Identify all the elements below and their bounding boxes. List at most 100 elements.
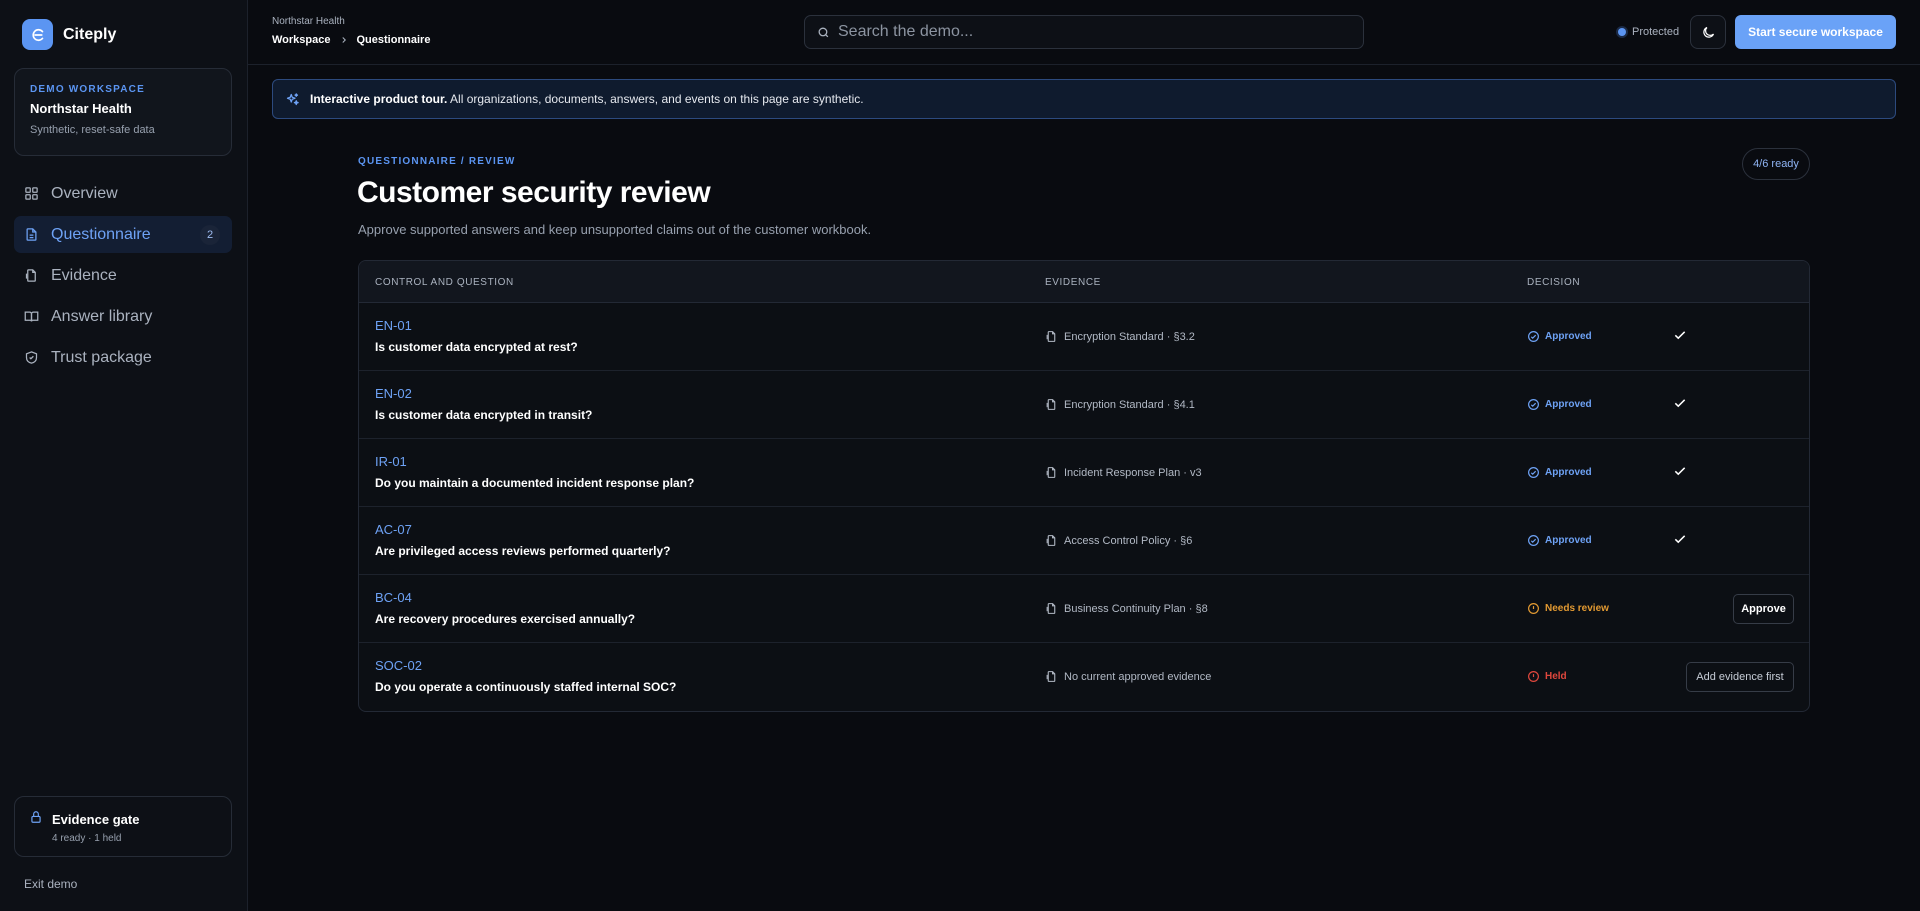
column-header-control: CONTROL AND QUESTION xyxy=(375,277,514,288)
column-header-evidence: EVIDENCE xyxy=(1045,277,1101,288)
table-row[interactable]: EN-01 Is customer data encrypted at rest… xyxy=(359,303,1809,371)
sidebar-item-evidence[interactable]: Evidence xyxy=(14,257,232,294)
search-icon xyxy=(818,27,829,37)
sidebar-item-overview[interactable]: Overview xyxy=(14,175,232,212)
check-circle-icon xyxy=(1528,535,1539,546)
brand[interactable]: Citeply xyxy=(22,19,116,50)
workspace-subtitle: Synthetic, reset-safe data xyxy=(30,124,155,136)
checkmark-icon xyxy=(1674,399,1686,408)
alert-circle-icon xyxy=(1528,671,1539,682)
sidebar: Citeply DEMO WORKSPACE Northstar Health … xyxy=(0,0,248,911)
start-secure-workspace-button[interactable]: Start secure workspace xyxy=(1735,15,1896,49)
sidebar-item-label: Overview xyxy=(51,184,118,202)
evidence-reference[interactable]: Incident Response Plan · v3 xyxy=(1045,466,1202,479)
sidebar-item-trust-package[interactable]: Trust package xyxy=(14,339,232,376)
sidebar-nav: Overview Questionnaire 2 Evidence Answer… xyxy=(14,175,232,380)
status-label: Approved xyxy=(1545,331,1592,342)
status-badge: Approved xyxy=(1527,330,1592,343)
breadcrumb: Workspace Questionnaire xyxy=(272,34,430,46)
app-name: Citeply xyxy=(63,25,117,43)
table-header: CONTROL AND QUESTION EVIDENCE DECISION xyxy=(359,261,1809,303)
evidence-gate-card[interactable]: Evidence gate 4 ready · 1 held xyxy=(14,796,232,857)
evidence-label: Access Control Policy · §6 xyxy=(1064,534,1193,547)
evidence-label: Encryption Standard · §4.1 xyxy=(1064,398,1195,411)
status-badge: Approved xyxy=(1527,534,1592,547)
table-row[interactable]: AC-07 Are privileged access reviews perf… xyxy=(359,507,1809,575)
ready-count-badge: 4/6 ready xyxy=(1742,148,1810,180)
status-label: Held xyxy=(1545,671,1567,682)
sidebar-item-label: Answer library xyxy=(51,307,153,325)
evidence-gate-title: Evidence gate xyxy=(52,812,140,827)
approve-button[interactable]: Approve xyxy=(1733,594,1794,624)
control-code[interactable]: IR-01 xyxy=(375,454,407,469)
organization-name: Northstar Health xyxy=(272,16,345,27)
control-code[interactable]: EN-02 xyxy=(375,386,412,401)
check-circle-icon xyxy=(1528,331,1539,342)
protected-status: Protected xyxy=(1618,26,1679,38)
sidebar-item-label: Evidence xyxy=(51,266,117,284)
evidence-reference[interactable]: Access Control Policy · §6 xyxy=(1045,534,1192,547)
check-circle-icon xyxy=(1528,467,1539,478)
file-icon xyxy=(1046,399,1056,410)
file-icon xyxy=(1046,535,1056,546)
check-circle-icon xyxy=(1528,399,1539,410)
status-dot-icon xyxy=(1618,28,1626,36)
status-label: Approved xyxy=(1545,467,1592,478)
control-question: Do you operate a continuously staffed in… xyxy=(375,680,677,694)
add-evidence-first-button[interactable]: Add evidence first xyxy=(1686,662,1794,692)
control-question: Is customer data encrypted at rest? xyxy=(375,340,578,354)
control-code[interactable]: BC-04 xyxy=(375,590,412,605)
evidence-reference[interactable]: Business Continuity Plan · §8 xyxy=(1045,602,1208,615)
evidence-gate-summary: 4 ready · 1 held xyxy=(52,833,122,844)
control-code[interactable]: SOC-02 xyxy=(375,658,422,673)
book-icon xyxy=(24,311,39,322)
lock-icon xyxy=(31,811,41,823)
column-header-decision: DECISION xyxy=(1527,277,1581,288)
file-icon xyxy=(1046,467,1056,478)
file-icon xyxy=(25,269,36,282)
control-question: Is customer data encrypted in transit? xyxy=(375,408,593,422)
evidence-reference: No current approved evidence xyxy=(1045,670,1211,683)
status-badge: Approved xyxy=(1527,466,1592,479)
banner-text: Interactive product tour. All organizati… xyxy=(310,92,864,106)
moon-icon xyxy=(1702,26,1714,38)
banner-body: All organizations, documents, answers, a… xyxy=(447,92,864,106)
breadcrumb-workspace[interactable]: Workspace xyxy=(272,34,331,46)
evidence-reference[interactable]: Encryption Standard · §3.2 xyxy=(1045,330,1195,343)
sidebar-item-answer-library[interactable]: Answer library xyxy=(14,298,232,335)
file-icon xyxy=(1046,671,1056,682)
document-icon xyxy=(26,228,37,241)
workspace-kicker: DEMO WORKSPACE xyxy=(30,84,145,95)
table-row[interactable]: BC-04 Are recovery procedures exercised … xyxy=(359,575,1809,643)
breadcrumb-questionnaire: Questionnaire xyxy=(356,34,431,46)
control-code[interactable]: EN-01 xyxy=(375,318,412,333)
top-bar: Northstar Health Workspace Questionnaire… xyxy=(248,0,1920,65)
tour-banner: Interactive product tour. All organizati… xyxy=(272,79,1896,119)
control-question: Are privileged access reviews performed … xyxy=(375,544,671,558)
status-label: Needs review xyxy=(1545,603,1609,614)
sidebar-item-label: Questionnaire xyxy=(51,225,151,243)
table-row[interactable]: SOC-02 Do you operate a continuously sta… xyxy=(359,643,1809,711)
grid-icon xyxy=(25,187,38,200)
sidebar-item-label: Trust package xyxy=(51,348,152,366)
evidence-reference[interactable]: Encryption Standard · §4.1 xyxy=(1045,398,1195,411)
checkmark-icon xyxy=(1674,467,1686,476)
status-label: Approved xyxy=(1545,535,1592,546)
sidebar-item-questionnaire[interactable]: Questionnaire 2 xyxy=(14,216,232,253)
theme-toggle-button[interactable] xyxy=(1690,15,1726,49)
status-badge: Approved xyxy=(1527,398,1592,411)
table-row[interactable]: IR-01 Do you maintain a documented incid… xyxy=(359,439,1809,507)
review-table: CONTROL AND QUESTION EVIDENCE DECISION E… xyxy=(358,260,1810,712)
table-row[interactable]: EN-02 Is customer data encrypted in tran… xyxy=(359,371,1809,439)
control-code[interactable]: AC-07 xyxy=(375,522,412,537)
exit-demo-link[interactable]: Exit demo xyxy=(24,877,77,891)
citeply-logo-icon xyxy=(22,19,53,50)
file-icon xyxy=(1046,603,1056,614)
search-box[interactable] xyxy=(804,15,1364,49)
status-label: Approved xyxy=(1545,399,1592,410)
search-input[interactable] xyxy=(838,23,1338,41)
evidence-label: Business Continuity Plan · §8 xyxy=(1064,602,1208,615)
status-badge: Needs review xyxy=(1527,602,1609,615)
workspace-card[interactable]: DEMO WORKSPACE Northstar Health Syntheti… xyxy=(14,68,232,156)
page-kicker: QUESTIONNAIRE / REVIEW xyxy=(358,156,516,167)
